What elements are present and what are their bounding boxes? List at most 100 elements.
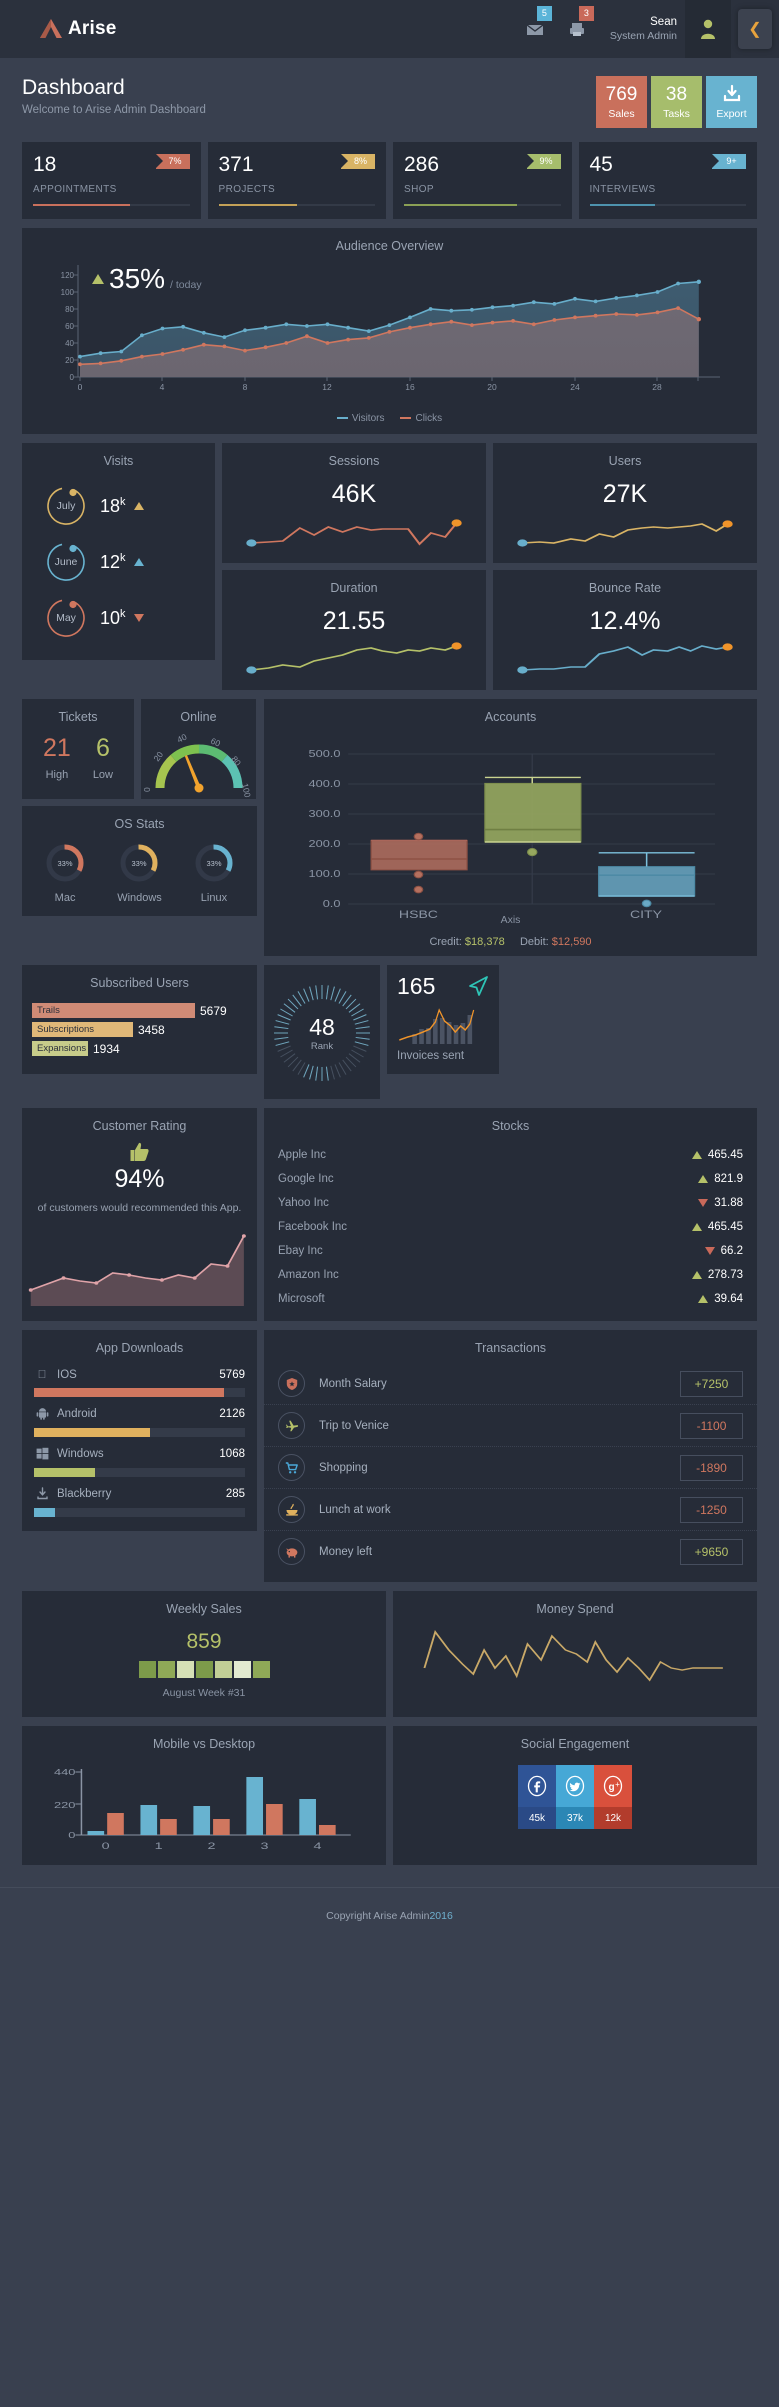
transaction-row[interactable]: Money left +9650 — [264, 1531, 757, 1572]
customer-rating-note: of customers would recommended this App. — [37, 1202, 242, 1214]
svg-text:400.0: 400.0 — [309, 779, 341, 789]
audience-chart: 35% / today 0 20 40 60 80 100 120 0 4 8 … — [30, 259, 749, 409]
triangle-up-icon — [691, 1151, 702, 1159]
legend-visitors: Visitors — [336, 413, 384, 424]
visit-value: 12 k — [100, 552, 144, 573]
sessions-title: Sessions — [328, 454, 380, 468]
svg-text:HSBC: HSBC — [399, 908, 438, 920]
mail-icon[interactable]: 5 — [514, 0, 556, 58]
svg-text:120: 120 — [61, 271, 75, 280]
sales-tile[interactable]: 769 Sales — [596, 76, 647, 128]
transaction-label: Shopping — [319, 1461, 368, 1474]
os-donut-mac: 33% — [46, 844, 84, 882]
accounts-footer: Credit: $18,378 Debit: $12,590 — [264, 934, 757, 948]
transaction-label: Lunch at work — [319, 1503, 391, 1516]
online-panel: Online 0 20 40 60 80 100 — [141, 699, 256, 799]
bounce-rate-panel: Bounce Rate 12.4% — [493, 570, 757, 690]
social-tile-twitter[interactable]: 37k — [556, 1765, 594, 1829]
app-progress — [34, 1468, 245, 1477]
svg-text:440: 440 — [54, 1768, 75, 1777]
credit-label: Credit: — [429, 936, 462, 948]
svg-text:1: 1 — [155, 1840, 163, 1851]
triangle-up-icon — [92, 274, 104, 284]
tasks-tile[interactable]: 38 Tasks — [651, 76, 702, 128]
page-subtitle: Welcome to Arise Admin Dashboard — [22, 104, 206, 116]
transaction-row[interactable]: Lunch at work -1250 — [264, 1489, 757, 1531]
transaction-row[interactable]: Month Salary +7250 — [264, 1363, 757, 1405]
subscribed-row: Subscriptions 3458 — [32, 1022, 247, 1037]
subscribed-bar-label: Expansions — [32, 1041, 88, 1056]
kpi-interviews[interactable]: 45 9+ INTERVIEWS — [578, 142, 757, 219]
kpi-projects[interactable]: 371 8% PROJECTS — [207, 142, 386, 219]
social-engagement-title: Social Engagement — [520, 1737, 630, 1751]
kpi-appointments[interactable]: 18 7% APPOINTMENTS — [22, 142, 201, 219]
visit-ring-june: June — [44, 540, 88, 584]
os-item-linux: 33% Linux — [192, 841, 236, 904]
visit-value: 18 k — [100, 496, 144, 517]
subscribed-row: Expansions 1934 — [32, 1041, 247, 1056]
svg-text:500.0: 500.0 — [309, 749, 341, 759]
rank-dial: 48 Rank — [264, 965, 380, 1087]
svg-text:40: 40 — [175, 731, 188, 744]
stock-row: Facebook Inc 465.45 — [264, 1215, 757, 1239]
invoices-chart — [397, 1002, 489, 1044]
stock-value: 465.45 — [707, 1149, 743, 1161]
send-arrow-icon — [467, 975, 489, 997]
brand-logo-area[interactable]: Arise — [0, 16, 117, 42]
visit-row[interactable]: July 18 k — [22, 478, 215, 534]
triangle-up-icon — [698, 1175, 709, 1183]
app-downloads-title: App Downloads — [95, 1341, 184, 1355]
social-count: 12k — [594, 1807, 632, 1829]
transaction-row[interactable]: Trip to Venice -1100 — [264, 1405, 757, 1447]
svg-text:100: 100 — [240, 782, 253, 798]
user-menu[interactable]: Sean System Admin — [598, 0, 685, 58]
kpi-row: 18 7% APPOINTMENTS 371 8% PROJECTS 286 9… — [0, 128, 779, 219]
page-header: Dashboard Welcome to Arise Admin Dashboa… — [0, 58, 779, 128]
visit-row[interactable]: June 12 k — [22, 534, 215, 590]
stock-name: Facebook Inc — [278, 1221, 348, 1233]
bounce-rate-value: 12.4% — [589, 607, 661, 635]
transaction-row[interactable]: Shopping -1890 — [264, 1447, 757, 1489]
sidebar-collapse-area: ❮ — [731, 0, 779, 58]
shield-icon — [278, 1370, 305, 1397]
svg-text:0: 0 — [68, 1831, 75, 1840]
svg-text:60: 60 — [65, 322, 74, 331]
stock-row: Apple Inc 465.45 — [264, 1143, 757, 1167]
box-city — [598, 852, 696, 908]
avatar[interactable] — [685, 0, 731, 58]
transaction-amount: -1100 — [680, 1412, 743, 1439]
svg-text:2: 2 — [208, 1840, 216, 1851]
food-icon — [278, 1496, 305, 1523]
svg-text:4: 4 — [313, 1840, 321, 1851]
online-gauge: 0 20 40 60 80 100 — [141, 728, 256, 798]
printer-icon[interactable]: 3 — [556, 0, 598, 58]
visits-panel: Visits July 18 k June 12 k May 10 k — [22, 443, 215, 660]
stock-name: Google Inc — [278, 1173, 334, 1185]
kpi-progress — [589, 204, 746, 206]
kpi-label: APPOINTMENTS — [33, 184, 117, 195]
stock-value: 31.88 — [714, 1197, 743, 1209]
chevron-left-icon[interactable]: ❮ — [738, 9, 772, 49]
visit-ring-may: May — [44, 596, 88, 640]
svg-text:3: 3 — [261, 1840, 269, 1851]
kpi-shop[interactable]: 286 9% SHOP — [393, 142, 572, 219]
kpi-badge: 8% — [341, 154, 375, 169]
bounce-rate-title: Bounce Rate — [588, 581, 662, 595]
tickets-low: 6 Low — [93, 736, 113, 782]
os-label: Mac — [54, 892, 76, 904]
export-tile[interactable]: Export — [706, 76, 757, 128]
debit-value: $12,590 — [551, 936, 592, 948]
audience-legend: Visitors Clicks — [22, 413, 757, 424]
app-progress — [34, 1428, 245, 1437]
subscribed-bar-label: Trails — [32, 1003, 195, 1018]
stock-value-group: 465.45 — [691, 1221, 743, 1233]
subscribed-users-panel: Subscribed Users Trails 5679 Subscriptio… — [22, 965, 257, 1074]
visit-row[interactable]: May 10 k — [22, 590, 215, 646]
cart-icon — [278, 1454, 305, 1481]
social-tile-google[interactable]: g + 12k — [594, 1765, 632, 1829]
triangle-up-icon — [133, 558, 144, 566]
facebook-icon — [518, 1765, 556, 1807]
tickets-panel: Tickets 21 High 6 Low — [22, 699, 134, 799]
kpi-progress — [404, 204, 561, 206]
social-tile-facebook[interactable]: 45k — [518, 1765, 556, 1829]
